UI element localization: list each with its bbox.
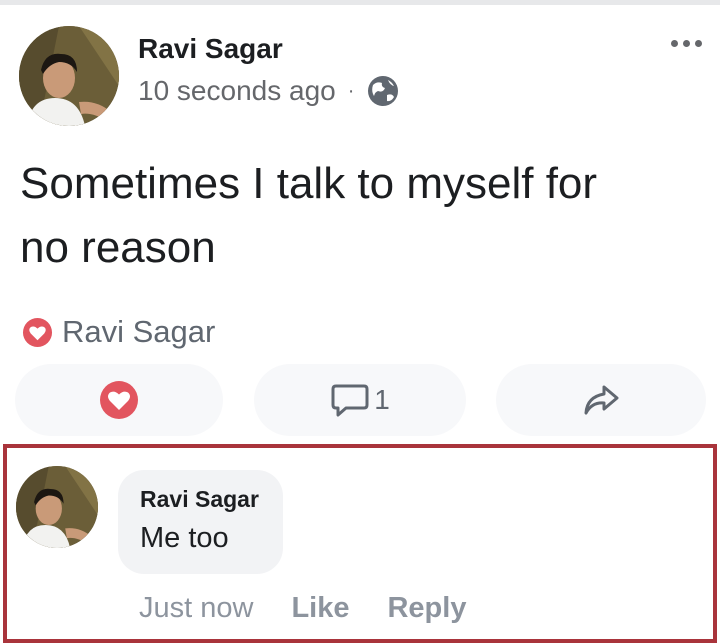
- comment-icon: [331, 384, 369, 417]
- top-divider: [0, 0, 720, 5]
- comment-bubble: Ravi Sagar Me too: [118, 470, 283, 574]
- comment-author-avatar[interactable]: [16, 466, 98, 548]
- comment-text: Me too: [140, 522, 229, 554]
- post-text: Sometimes I talk to myself for no reason: [20, 152, 710, 280]
- facebook-post: Ravi Sagar 10 seconds ago · Sometimes I …: [0, 0, 720, 643]
- post-timestamp[interactable]: 10 seconds ago: [138, 75, 336, 107]
- post-author-name[interactable]: Ravi Sagar: [138, 33, 283, 65]
- love-button[interactable]: [15, 364, 223, 436]
- love-reaction-icon: [22, 317, 53, 347]
- comment-button[interactable]: 1: [254, 364, 466, 436]
- meta-separator: ·: [347, 79, 355, 102]
- share-button[interactable]: [496, 364, 706, 436]
- comment-count: 1: [374, 384, 390, 415]
- comment-author-name[interactable]: Ravi Sagar: [140, 484, 259, 514]
- globe-icon[interactable]: [366, 74, 400, 108]
- more-options-icon[interactable]: [671, 40, 702, 47]
- share-icon: [584, 385, 619, 415]
- post-text-line-1: Sometimes I talk to myself for: [20, 159, 598, 208]
- reaction-summary[interactable]: Ravi Sagar: [22, 314, 215, 350]
- comment-timestamp[interactable]: Just now: [139, 592, 253, 625]
- reaction-by-name: Ravi Sagar: [62, 314, 216, 349]
- post-meta: 10 seconds ago ·: [138, 74, 400, 108]
- love-icon: [100, 381, 138, 419]
- post-text-line-2: no reason: [20, 223, 216, 272]
- post-author-avatar[interactable]: [19, 26, 119, 126]
- comment-actions: Just now Like Reply: [139, 592, 466, 625]
- comment-reply-button[interactable]: Reply: [387, 592, 466, 625]
- comment-like-button[interactable]: Like: [291, 592, 349, 625]
